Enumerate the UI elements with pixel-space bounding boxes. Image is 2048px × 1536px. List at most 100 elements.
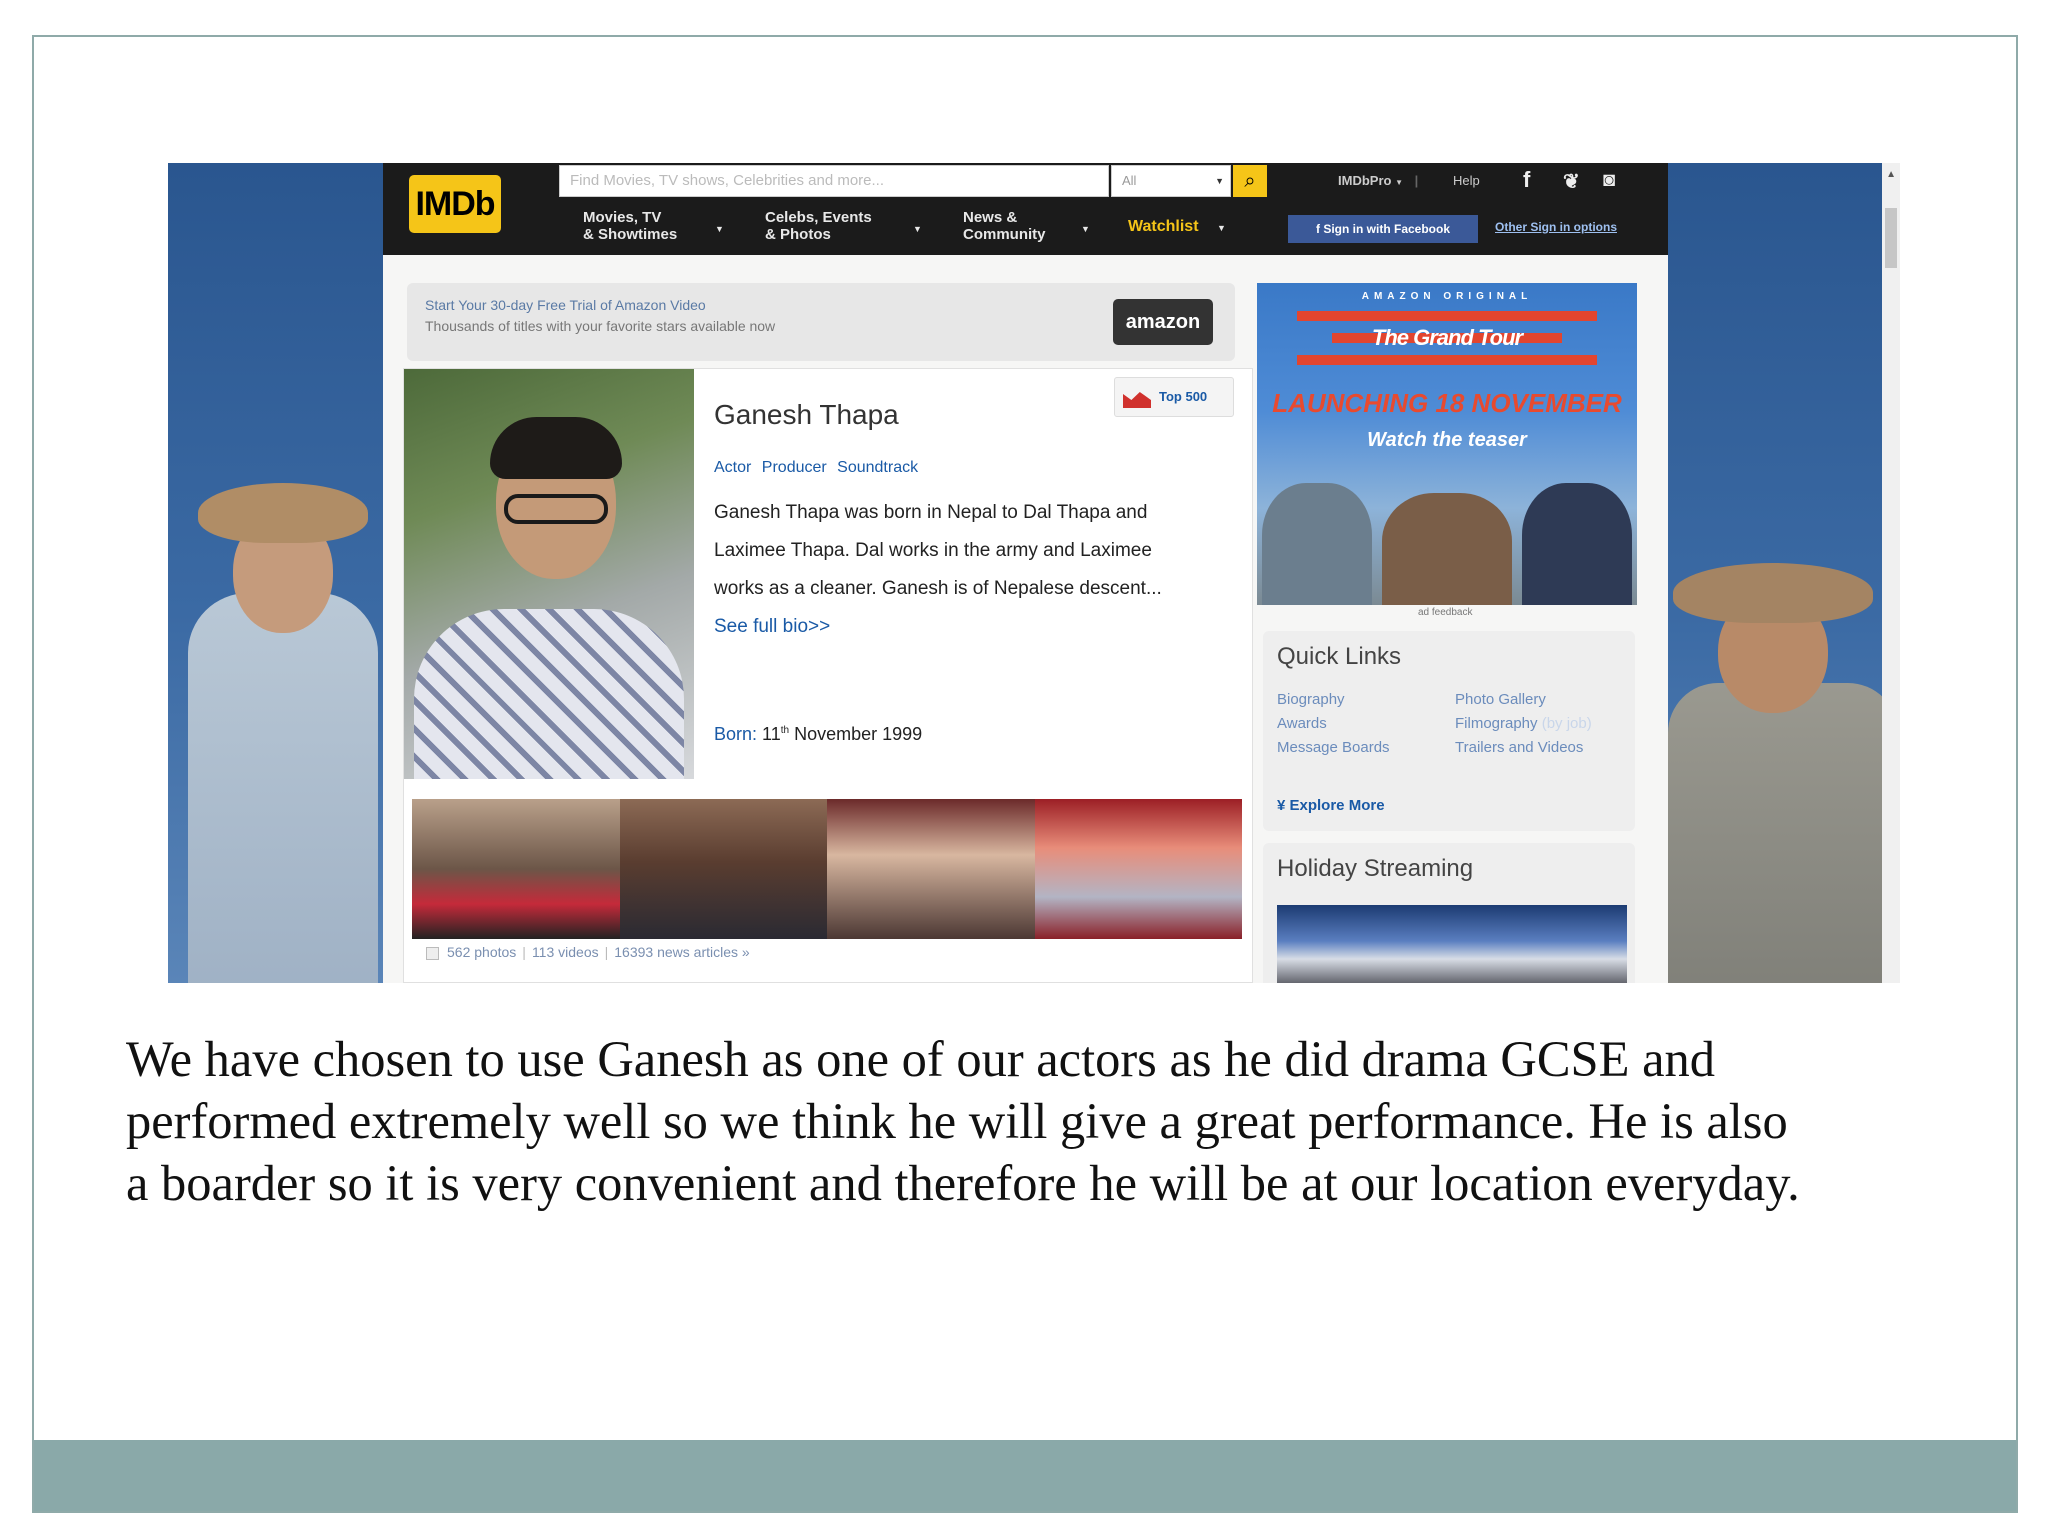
photo-glasses <box>504 494 608 524</box>
ad-title: The Grand Tour <box>1371 325 1523 350</box>
nav-celebs-line1: Celebs, Events <box>765 209 872 226</box>
photo-gallery-link[interactable]: Photo Gallery <box>1455 691 1546 708</box>
promo-line1: Start Your 30-day Free Trial of Amazon V… <box>425 297 706 313</box>
amazon-promo-banner[interactable]: Start Your 30-day Free Trial of Amazon V… <box>407 283 1235 361</box>
explore-more-link[interactable]: ¥ Explore More <box>1277 797 1385 814</box>
scrollbar[interactable]: ▲ <box>1882 163 1900 983</box>
background-person-right-hat <box>1673 563 1873 623</box>
photos-link[interactable]: 562 photos <box>447 944 516 960</box>
imdb-logo[interactable]: IMDb <box>409 175 501 233</box>
filmography-link[interactable]: Filmography (by job) <box>1455 715 1592 732</box>
photo-strip <box>412 799 1242 939</box>
instagram-icon[interactable]: ◙ <box>1603 169 1615 192</box>
scroll-thumb[interactable] <box>1885 208 1897 268</box>
awards-link[interactable]: Awards <box>1277 715 1327 732</box>
born-label[interactable]: Born: <box>714 724 757 744</box>
photo-thumbnail[interactable] <box>619 799 827 939</box>
caption-line: a boarder so it is very convenient and t… <box>126 1155 1800 1211</box>
photo-thumbnail[interactable] <box>827 799 1035 939</box>
nav-celebs[interactable]: Celebs, Events & Photos ▼ <box>765 209 922 243</box>
scroll-up-icon[interactable]: ▲ <box>1886 169 1896 180</box>
profile-roles[interactable]: Actor Producer Soundtrack <box>714 459 918 477</box>
chevron-down-icon: ▼ <box>1216 223 1226 233</box>
top500-label: Top 500 <box>1159 389 1208 404</box>
ad-original-label: AMAZON ORIGINAL <box>1361 291 1533 302</box>
watchlist-label: Watchlist <box>1128 218 1199 235</box>
nav-movies-line2: & Showtimes <box>583 226 678 243</box>
chevron-down-icon: ▼ <box>913 224 922 234</box>
caption-line: We have chosen to use Ganesh as one of o… <box>126 1031 1716 1087</box>
search-category-select[interactable]: All ▼ <box>1111 165 1231 197</box>
chevron-down-icon: ▼ <box>1395 178 1403 187</box>
divider: | <box>522 944 526 960</box>
holiday-streaming-panel: Holiday Streaming <box>1263 843 1635 983</box>
ad-teaser-link[interactable]: Watch the teaser <box>1257 429 1637 452</box>
top500-button[interactable]: Top 500 <box>1114 377 1234 417</box>
search-icon[interactable]: ⌕ <box>1233 165 1267 197</box>
watchlist-button[interactable]: Watchlist ▼ <box>1128 218 1226 236</box>
photo-thumbnail[interactable] <box>1034 799 1242 939</box>
born-info: Born: 11th November 1999 <box>714 724 922 745</box>
holiday-streaming-title: Holiday Streaming <box>1277 855 1474 882</box>
profile-name: Ganesh Thapa <box>714 399 899 430</box>
nav-celebs-line2: & Photos <box>765 226 831 243</box>
trailers-link[interactable]: Trailers and Videos <box>1455 739 1583 756</box>
background-person-left <box>188 593 378 983</box>
nav-news-community[interactable]: News & Community ▼ <box>963 209 1090 243</box>
photo-shirt <box>414 609 684 779</box>
ad-logo-band <box>1297 311 1597 321</box>
nav-movies-line1: Movies, TV <box>583 209 662 226</box>
slide-caption: We have chosen to use Ganesh as one of o… <box>126 1028 2006 1214</box>
profile-card: Ganesh Thapa Top 500 Actor Producer Soun… <box>403 368 1253 983</box>
nav-news-line1: News & <box>963 209 1018 226</box>
facebook-signin-label: Sign in with Facebook <box>1323 222 1451 236</box>
amazon-button[interactable]: amazon <box>1113 299 1213 345</box>
filmography-label: Filmography <box>1455 715 1538 732</box>
chart-icon <box>1123 392 1151 408</box>
ad-feedback-link[interactable]: ad feedback <box>1418 607 1473 618</box>
nav-movies-tv[interactable]: Movies, TV & Showtimes ▼ <box>583 209 724 243</box>
imdb-screenshot: ▲ IMDb Find Movies, TV shows, Celebritie… <box>168 163 1900 983</box>
twitter-icon[interactable]: ❦ <box>1563 169 1580 194</box>
filmography-sub: (by job) <box>1541 715 1592 732</box>
profile-bio: Ganesh Thapa was born in Nepal to Dal Th… <box>714 494 1194 646</box>
bio-text: Ganesh Thapa was born in Nepal to Dal Th… <box>714 502 1162 599</box>
imdb-page: IMDb Find Movies, TV shows, Celebrities … <box>383 163 1668 983</box>
quick-links-title: Quick Links <box>1277 643 1402 670</box>
background-person-left-hat <box>198 483 368 543</box>
message-boards-link[interactable]: Message Boards <box>1277 739 1390 756</box>
born-rest[interactable]: November 1999 <box>794 724 922 744</box>
videos-link[interactable]: 113 videos <box>532 944 599 960</box>
holiday-streaming-image[interactable] <box>1277 905 1627 983</box>
facebook-icon[interactable]: f <box>1523 167 1530 193</box>
caption-line: performed extremely well so we think he … <box>126 1093 1788 1149</box>
other-signin-link[interactable]: Other Sign in options <box>1495 220 1617 234</box>
slide-footer-bar <box>34 1440 2016 1511</box>
news-link[interactable]: 16393 news articles » <box>614 944 749 960</box>
chevron-down-icon: ▼ <box>715 224 724 234</box>
ad-person <box>1522 483 1632 605</box>
ad-launch-text: LAUNCHING 18 NOVEMBER <box>1272 388 1622 418</box>
biography-link[interactable]: Biography <box>1277 691 1345 708</box>
born-day[interactable]: 11 <box>762 724 781 744</box>
imdbpro-menu[interactable]: IMDbPro ▼ | <box>1338 173 1426 188</box>
born-day-suffix: th <box>780 725 790 736</box>
divider: | <box>1414 173 1419 188</box>
ad-person <box>1382 493 1512 605</box>
profile-photo[interactable] <box>404 369 694 779</box>
ad-person <box>1262 483 1372 605</box>
imdb-navbar: IMDb Find Movies, TV shows, Celebrities … <box>383 163 1668 255</box>
ad-logo-band <box>1297 355 1597 365</box>
chevron-down-icon: ▼ <box>1215 176 1224 186</box>
facebook-signin-button[interactable]: f Sign in with Facebook <box>1288 215 1478 243</box>
see-full-bio-link[interactable]: See full bio>> <box>714 616 830 637</box>
nav-news-line2: Community <box>963 226 1046 243</box>
photo-hair <box>490 417 622 479</box>
help-link[interactable]: Help <box>1453 173 1480 188</box>
photos-icon <box>426 946 439 960</box>
grand-tour-ad[interactable]: AMAZON ORIGINAL The Grand Tour LAUNCHING… <box>1257 283 1637 605</box>
search-input[interactable]: Find Movies, TV shows, Celebrities and m… <box>559 165 1109 197</box>
photo-thumbnail[interactable] <box>412 799 620 939</box>
promo-line2: Thousands of titles with your favorite s… <box>425 318 776 334</box>
media-counts: 562 photos | 113 videos | 16393 news article… <box>426 944 750 960</box>
